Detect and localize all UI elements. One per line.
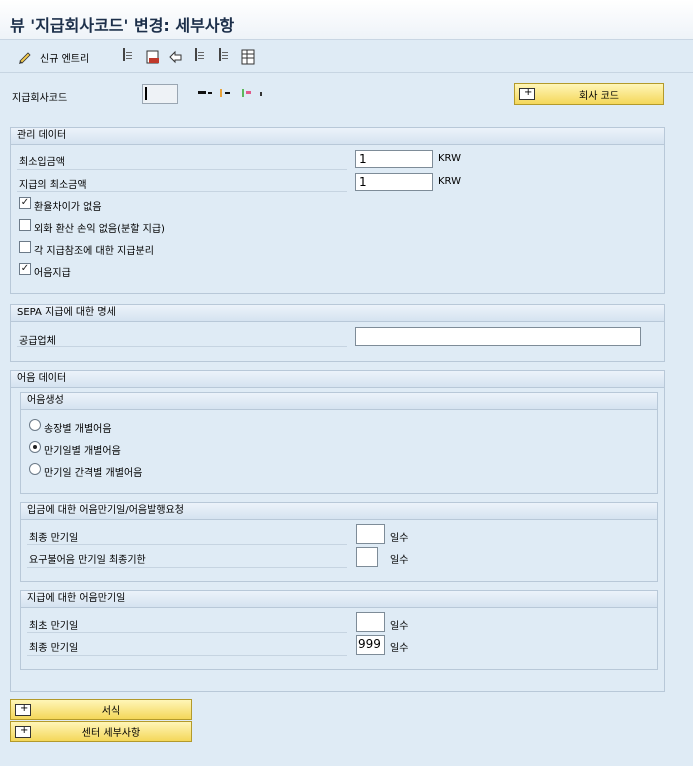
select-block-button[interactable] xyxy=(240,49,256,65)
demand-bill-label: 요구불어음 만기일 최종기한 xyxy=(29,555,146,566)
company-code-label: 지급회사코드 xyxy=(12,93,68,104)
earliest-due-unit: 일수 xyxy=(390,621,409,632)
company-code-masked-icon xyxy=(145,87,147,100)
supplier-field[interactable] xyxy=(355,327,641,346)
new-entries-label: 신규 엔트리 xyxy=(40,53,90,65)
incoming-latest-due-unit: 일수 xyxy=(390,533,409,544)
expand-icon xyxy=(15,703,31,716)
min-receipt-field[interactable]: 1 xyxy=(355,150,433,168)
previous-page-icon xyxy=(193,48,209,65)
expand-icon xyxy=(15,725,31,738)
undo-icon xyxy=(168,49,184,65)
company-name-masked-icon xyxy=(198,89,268,97)
sepa-group: SEPA 지급에 대한 명세 공급업체 xyxy=(10,304,665,362)
incoming-bill-title: 입금에 대한 어음만기일/어음발행요청 xyxy=(21,503,657,520)
forms-button-label: 서식 xyxy=(101,706,121,717)
delete-button[interactable] xyxy=(145,49,161,65)
outgoing-latest-due-unit: 일수 xyxy=(390,643,409,654)
per-invoice-label: 송장별 개별어음 xyxy=(44,424,112,435)
outgoing-latest-due-label: 최종 만기일 xyxy=(29,643,79,654)
sepa-title: SEPA 지급에 대한 명세 xyxy=(11,305,664,322)
company-code-button[interactable]: 회사 코드 xyxy=(514,83,664,105)
per-invoice-radio[interactable] xyxy=(29,419,41,431)
next-page-icon xyxy=(217,48,233,65)
bill-creation-title: 어음생성 xyxy=(21,393,657,410)
earliest-due-label: 최초 만기일 xyxy=(29,621,79,632)
demand-bill-unit: 일수 xyxy=(390,555,409,566)
center-details-button-label: 센터 세부사항 xyxy=(81,728,141,739)
min-payment-field[interactable]: 1 xyxy=(355,173,433,191)
bill-payment-label: 어음지급 xyxy=(34,268,71,279)
application-toolbar: 신규 엔트리 xyxy=(0,41,693,73)
next-entry-button[interactable] xyxy=(217,48,233,65)
admin-data-title: 관리 데이터 xyxy=(11,128,664,145)
outgoing-latest-due-field[interactable]: 999 xyxy=(356,635,385,655)
no-fx-diff-checkbox[interactable]: ✓ xyxy=(19,197,31,209)
outgoing-bill-group: 지급에 대한 어음만기일 최초 만기일 일수 최종 만기일 999 일수 xyxy=(20,590,658,670)
copy-icon xyxy=(121,48,137,65)
bill-data-group: 어음 데이터 어음생성 송장별 개별어음 만기일별 개별어음 만기일 간격별 개… xyxy=(10,370,665,692)
no-fx-loss-label: 외화 환산 손익 없음(분할 지급) xyxy=(34,224,165,235)
per-due-interval-radio[interactable] xyxy=(29,463,41,475)
page-title: 뷰 '지급회사코드' 변경: 세부사항 xyxy=(10,16,235,35)
no-fx-loss-checkbox[interactable] xyxy=(19,219,31,231)
bill-data-title: 어음 데이터 xyxy=(11,371,664,388)
delete-icon xyxy=(145,49,161,65)
incoming-latest-due-field[interactable] xyxy=(356,524,385,544)
min-payment-label: 지급의 최소금액 xyxy=(19,180,87,191)
row-divider xyxy=(17,169,347,170)
new-entries-button[interactable]: 신규 엔트리 xyxy=(18,49,89,65)
demand-bill-field[interactable] xyxy=(356,547,378,567)
earliest-due-field[interactable] xyxy=(356,612,385,632)
row-divider xyxy=(27,544,347,545)
incoming-bill-group: 입금에 대한 어음만기일/어음발행요청 최종 만기일 일수 요구불어음 만기일 … xyxy=(20,502,658,582)
company-code-field xyxy=(142,84,178,104)
separate-payment-checkbox[interactable] xyxy=(19,241,31,253)
supplier-label: 공급업체 xyxy=(19,336,56,347)
min-receipt-currency: KRW xyxy=(438,153,461,164)
admin-data-group: 관리 데이터 최소입금액 1 KRW 지급의 최소금액 1 KRW ✓ 환율차이… xyxy=(10,127,665,294)
glasses-pencil-icon xyxy=(18,49,34,65)
per-due-date-label: 만기일별 개별어음 xyxy=(44,446,121,457)
copy-button[interactable] xyxy=(121,48,137,65)
center-details-button[interactable]: 센터 세부사항 xyxy=(10,721,192,742)
bill-payment-checkbox[interactable]: ✓ xyxy=(19,263,31,275)
row-divider xyxy=(17,191,347,192)
title-bar: 뷰 '지급회사코드' 변경: 세부사항 xyxy=(0,0,693,40)
company-code-button-label: 회사 코드 xyxy=(579,90,619,102)
outgoing-bill-title: 지급에 대한 어음만기일 xyxy=(21,591,657,608)
min-payment-currency: KRW xyxy=(438,176,461,187)
bill-creation-group: 어음생성 송장별 개별어음 만기일별 개별어음 만기일 간격별 개별어음 xyxy=(20,392,658,494)
undo-button[interactable] xyxy=(168,49,184,65)
row-divider xyxy=(27,632,347,633)
forms-button[interactable]: 서식 xyxy=(10,699,192,720)
per-due-interval-label: 만기일 간격별 개별어음 xyxy=(44,468,143,479)
min-receipt-label: 최소입금액 xyxy=(19,157,65,168)
separate-payment-label: 각 지급참조에 대한 지급분리 xyxy=(34,246,154,257)
navigate-icon xyxy=(519,87,535,100)
no-fx-diff-label: 환율차이가 없음 xyxy=(34,202,102,213)
table-icon xyxy=(240,49,256,65)
incoming-latest-due-label: 최종 만기일 xyxy=(29,533,79,544)
row-divider xyxy=(17,346,347,347)
row-divider xyxy=(27,567,347,568)
previous-entry-button[interactable] xyxy=(193,48,209,65)
per-due-date-radio[interactable] xyxy=(29,441,41,453)
row-divider xyxy=(27,655,347,656)
